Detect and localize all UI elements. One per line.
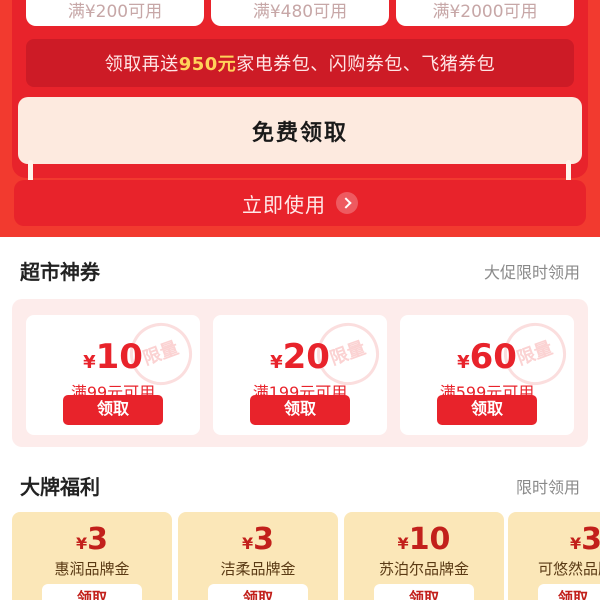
coupon-amount: 10 [408, 522, 451, 557]
coupon-card: 限量 ¥10 满99元可用 领取 [26, 315, 200, 435]
coupon-amount: 10 [95, 337, 143, 377]
coupon-price: ¥10 [26, 337, 200, 377]
brand-coupon-card: ¥3 惠润品牌金 领取 [12, 512, 172, 600]
currency-symbol: ¥ [241, 534, 254, 553]
promo-panel: 满¥200可用 满¥480可用 满¥2000可用 领取再送 950元 家电券包、… [0, 0, 600, 237]
coupon-price: ¥3 [12, 522, 172, 558]
threshold-card: 满¥2000可用 [396, 0, 574, 26]
currency-symbol: ¥ [75, 534, 88, 553]
bonus-prefix: 领取再送 [104, 54, 179, 75]
use-now-button[interactable]: 立即使用 [14, 180, 586, 226]
currency-symbol: ¥ [570, 534, 582, 553]
currency-symbol: ¥ [397, 534, 409, 553]
brand-name: 惠润品牌金 [54, 560, 130, 578]
supermarket-coupon-box: 限量 ¥10 满99元可用 领取 限量 ¥20 满199元可用 领取 限量 ¥6… [12, 299, 588, 447]
section-title-brand: 大牌福利 [20, 475, 100, 499]
coupon-price: ¥3 [178, 522, 338, 558]
claim-coupon-button[interactable]: 领取 [63, 395, 163, 425]
brand-coupon-card: ¥3 可悠然品牌金 领取 [508, 512, 600, 600]
use-now-label: 立即使用 [242, 192, 326, 217]
coupon-price: ¥20 [213, 337, 387, 377]
brand-name: 苏泊尔品牌金 [378, 560, 469, 578]
threshold-card: 满¥480可用 [211, 0, 389, 26]
claim-brand-button[interactable]: 领取 [42, 584, 142, 600]
section-more-supermarket[interactable]: 大促限时领用 [484, 259, 580, 283]
coupon-amount: 3 [253, 522, 274, 557]
claim-brand-button[interactable]: 领取 [538, 584, 600, 600]
brand-coupon-card: ¥10 苏泊尔品牌金 领取 [344, 512, 504, 600]
claim-brand-button[interactable]: 领取 [374, 584, 474, 600]
claim-coupon-button[interactable]: 领取 [437, 395, 537, 425]
section-more-brand[interactable]: 限时领用 [516, 474, 580, 498]
coupon-price: ¥10 [344, 522, 504, 558]
section-title-supermarket: 超市神券 [20, 260, 100, 284]
coupon-amount: 60 [469, 337, 517, 377]
claim-brand-button[interactable]: 领取 [208, 584, 308, 600]
brand-coupon-card: ¥3 洁柔品牌金 领取 [178, 512, 338, 600]
bonus-suffix: 家电券包、闪购券包、飞猪券包 [236, 54, 496, 75]
coupon-card: 限量 ¥20 满199元可用 领取 [213, 315, 387, 435]
threshold-card: 满¥200可用 [26, 0, 204, 26]
bonus-amount: 950元 [178, 54, 237, 75]
coupon-price: ¥60 [400, 337, 574, 377]
coupon-card: 限量 ¥60 满599元可用 领取 [400, 315, 574, 435]
bonus-banner: 领取再送 950元 家电券包、闪购券包、飞猪券包 [26, 39, 574, 87]
chevron-right-icon [336, 192, 358, 214]
brand-name: 可悠然品牌金 [538, 560, 600, 578]
threshold-text: 满¥2000可用 [432, 2, 538, 22]
free-claim-button[interactable]: 免费领取 [18, 97, 582, 164]
coupon-price: ¥3 [508, 522, 600, 558]
coupon-amount: 3 [87, 522, 108, 557]
brand-name: 洁柔品牌金 [220, 560, 296, 578]
coupon-amount: 20 [282, 337, 330, 377]
currency-symbol: ¥ [83, 352, 96, 373]
threshold-text: 满¥200可用 [67, 2, 163, 22]
currency-symbol: ¥ [457, 352, 470, 373]
currency-symbol: ¥ [270, 352, 283, 373]
threshold-text: 满¥480可用 [252, 2, 348, 22]
coupon-amount: 3 [581, 522, 600, 557]
claim-coupon-button[interactable]: 领取 [250, 395, 350, 425]
